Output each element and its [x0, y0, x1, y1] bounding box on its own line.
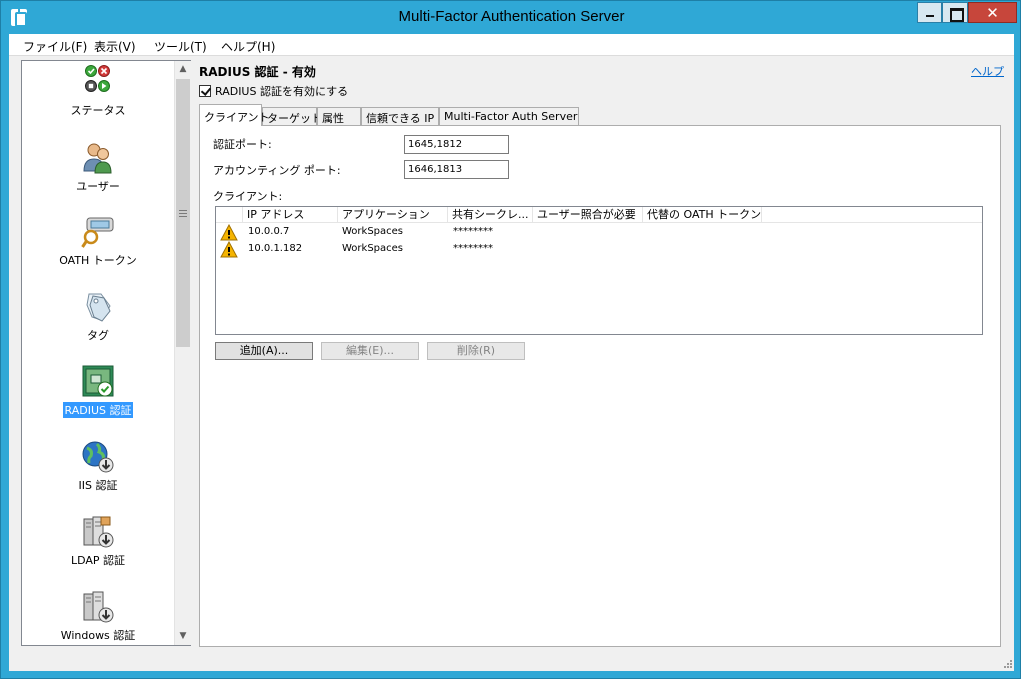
- menu-file[interactable]: ファイル(F): [23, 38, 87, 55]
- sidebar: ステータス ユーザー OATH トークン タグ RADIUS 認証 IIS 認証…: [21, 60, 191, 646]
- cell-secret: ********: [453, 226, 493, 237]
- add-client-button[interactable]: 追加(A)...: [215, 342, 313, 360]
- sidebar-item-label: Windows 認証: [60, 629, 136, 642]
- sidebar-item-tag[interactable]: タグ: [22, 290, 174, 343]
- tag-icon: [81, 290, 115, 324]
- column-header-icon[interactable]: [216, 207, 243, 223]
- edit-client-button[interactable]: 編集(E)...: [321, 342, 419, 360]
- auth-port-input[interactable]: [404, 135, 509, 154]
- sidebar-item-label: タグ: [87, 329, 109, 342]
- status-icon: [81, 65, 115, 99]
- menu-view[interactable]: 表示(V): [94, 38, 136, 55]
- close-icon: ✕: [986, 4, 999, 22]
- client-area: ファイル(F) 表示(V) ツール(T) ヘルプ(H) ステータス ユーザー O…: [9, 34, 1014, 671]
- sidebar-item-label: LDAP 認証: [70, 554, 126, 567]
- clients-table[interactable]: IP アドレス アプリケーション 共有シークレ... ユーザー照合が必要 代替の…: [215, 206, 983, 335]
- column-header-alt-oath[interactable]: 代替の OATH トークン: [643, 207, 762, 223]
- cell-ip: 10.0.1.182: [248, 243, 303, 254]
- menu-tools[interactable]: ツール(T): [154, 38, 207, 55]
- table-row[interactable]: 10.0.0.7 WorkSpaces ********: [216, 224, 982, 241]
- column-header-ip[interactable]: IP アドレス: [243, 207, 338, 223]
- scroll-thumb[interactable]: [176, 79, 190, 347]
- clients-label: クライアント:: [213, 190, 283, 203]
- cell-application: WorkSpaces: [342, 243, 404, 254]
- tab-clients[interactable]: クライアント: [199, 104, 270, 126]
- maximize-button[interactable]: [942, 2, 968, 23]
- sidebar-item-label: ステータス: [70, 104, 126, 117]
- ldap-server-icon: [81, 515, 115, 549]
- sidebar-item-label: RADIUS 認証: [62, 402, 134, 418]
- sidebar-scrollbar[interactable]: ▲ ▼: [174, 61, 191, 645]
- sidebar-item-ldap[interactable]: LDAP 認証: [22, 515, 174, 568]
- tab-mfa-server[interactable]: Multi-Factor Auth Server: [439, 107, 579, 125]
- tab-targets[interactable]: ターゲット: [262, 107, 322, 125]
- enable-radius-label: RADIUS 認証を有効にする: [215, 85, 349, 98]
- sidebar-item-label: IIS 認証: [78, 479, 118, 492]
- column-header-application[interactable]: アプリケーション: [338, 207, 448, 223]
- oath-token-icon: [81, 215, 115, 249]
- sidebar-item-radius[interactable]: RADIUS 認証: [22, 365, 174, 418]
- resize-grip-icon[interactable]: [1001, 659, 1013, 671]
- accounting-port-label: アカウンティング ポート:: [213, 164, 341, 177]
- sidebar-item-label: OATH トークン: [59, 254, 137, 267]
- clients-tab-panel: 認証ポート: アカウンティング ポート: クライアント: IP アドレス アプリ…: [199, 125, 1001, 647]
- column-header-user-match[interactable]: ユーザー照合が必要: [533, 207, 643, 223]
- sidebar-item-users[interactable]: ユーザー: [22, 141, 174, 194]
- minimize-button[interactable]: [917, 2, 942, 23]
- main-panel: RADIUS 認証 - 有効 ヘルプ RADIUS 認証を有効にする クライアン…: [199, 60, 1009, 650]
- sidebar-item-iis[interactable]: IIS 認証: [22, 440, 174, 493]
- table-row[interactable]: 10.0.1.182 WorkSpaces ********: [216, 241, 982, 258]
- users-icon: [81, 141, 115, 175]
- close-button[interactable]: ✕: [968, 2, 1017, 23]
- tab-trusted-ips[interactable]: 信頼できる IP: [361, 107, 439, 125]
- page-title: RADIUS 認証 - 有効: [199, 65, 316, 79]
- menu-help[interactable]: ヘルプ(H): [221, 38, 275, 55]
- warning-icon: [220, 241, 238, 258]
- table-header: IP アドレス アプリケーション 共有シークレ... ユーザー照合が必要 代替の…: [216, 207, 982, 223]
- iis-globe-icon: [81, 440, 115, 474]
- grip-icon: [179, 210, 187, 217]
- radius-icon: [81, 365, 115, 399]
- tab-attributes[interactable]: 属性: [317, 107, 361, 125]
- sidebar-item-status[interactable]: ステータス: [22, 65, 174, 118]
- cell-ip: 10.0.0.7: [248, 226, 290, 237]
- cell-secret: ********: [453, 243, 493, 254]
- title-bar: Multi-Factor Authentication Server ✕: [1, 1, 1021, 34]
- windows-server-icon: [81, 590, 115, 624]
- menu-bar: ファイル(F) 表示(V) ツール(T) ヘルプ(H): [9, 34, 1014, 56]
- enable-radius-checkbox[interactable]: [199, 85, 211, 97]
- window-frame: Multi-Factor Authentication Server ✕ ファイ…: [0, 0, 1021, 679]
- accounting-port-input[interactable]: [404, 160, 509, 179]
- scroll-up-arrow-icon[interactable]: ▲: [175, 61, 191, 78]
- sidebar-item-label: ユーザー: [76, 180, 120, 193]
- delete-client-button[interactable]: 削除(R): [427, 342, 525, 360]
- enable-radius-row[interactable]: RADIUS 認証を有効にする: [199, 83, 348, 99]
- sidebar-item-windows[interactable]: Windows 認証: [22, 590, 174, 643]
- scroll-down-arrow-icon[interactable]: ▼: [175, 628, 191, 645]
- column-header-secret[interactable]: 共有シークレ...: [448, 207, 533, 223]
- sidebar-item-oath-token[interactable]: OATH トークン: [22, 215, 174, 268]
- auth-port-label: 認証ポート:: [213, 138, 272, 151]
- help-link[interactable]: ヘルプ: [971, 63, 1004, 79]
- warning-icon: [220, 224, 238, 241]
- cell-application: WorkSpaces: [342, 226, 404, 237]
- window-title: Multi-Factor Authentication Server: [398, 8, 625, 25]
